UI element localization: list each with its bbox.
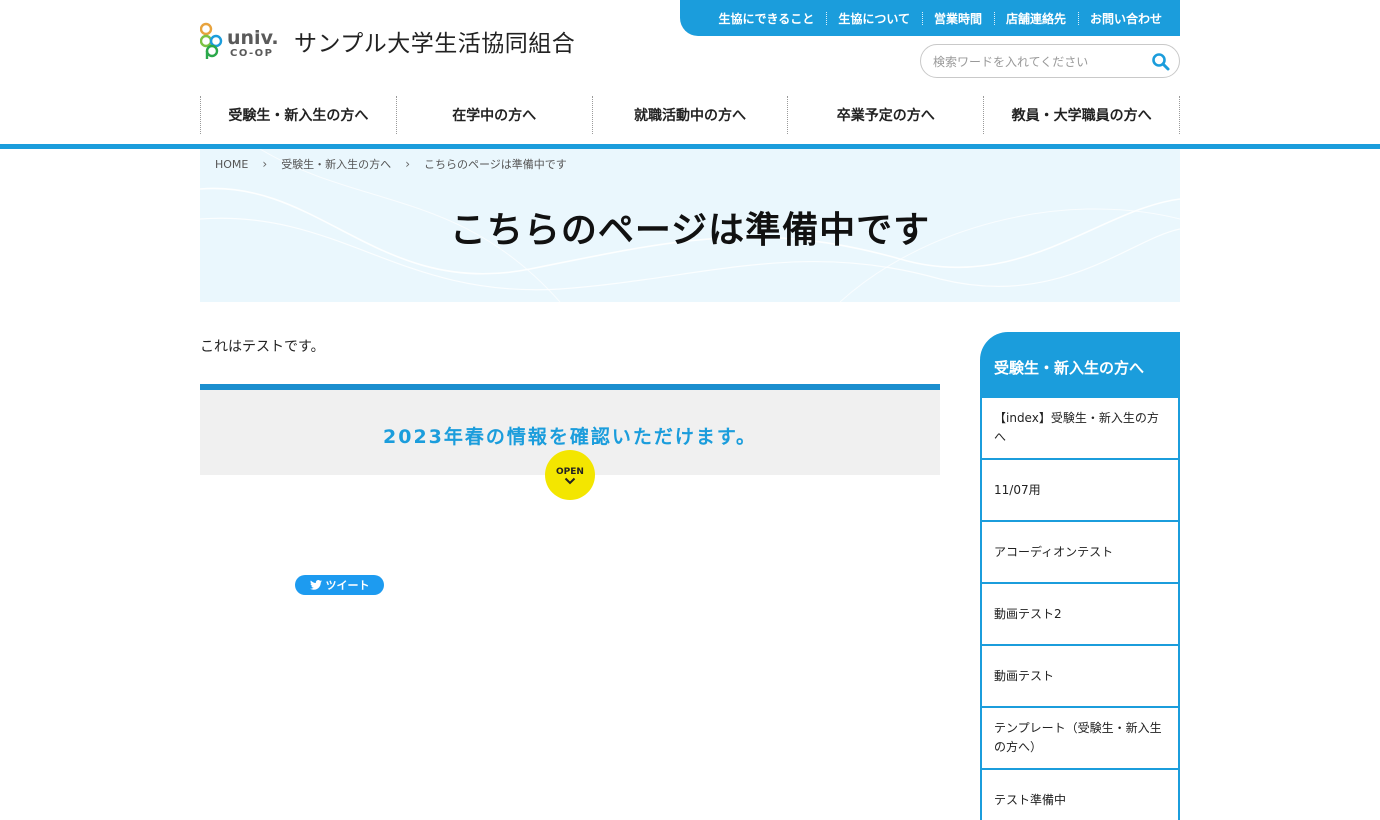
accordion-title[interactable]: 2023年春の情報を確認いただけます。: [200, 422, 940, 449]
main-nav: 受験生・新入生の方へ 在学中の方へ 就職活動中の方へ 卒業予定の方へ 教員・大学…: [200, 96, 1180, 134]
sidebar-item-1107[interactable]: 11/07用: [980, 460, 1180, 522]
sidebar: 受験生・新入生の方へ 【index】受験生・新入生の方へ 11/07用 アコーデ…: [980, 332, 1180, 820]
nav-item-job-hunting[interactable]: 就職活動中の方へ: [591, 96, 788, 134]
util-link-store-contacts[interactable]: 店舗連絡先: [993, 10, 1078, 27]
sidebar-item-template[interactable]: テンプレート（受験生・新入生の方へ）: [980, 708, 1180, 770]
chevron-down-icon: [564, 477, 576, 485]
breadcrumb-home[interactable]: HOME: [215, 158, 248, 171]
tweet-button[interactable]: ツイート: [295, 575, 384, 595]
breadcrumb-prospective-students[interactable]: 受験生・新入生の方へ: [281, 156, 391, 172]
utility-nav: 生協にできること 生協について 営業時間 店舗連絡先 お問い合わせ: [680, 0, 1180, 36]
coop-logo-icon: univ. CO-OP: [199, 22, 284, 60]
sidebar-item-video-test[interactable]: 動画テスト: [980, 646, 1180, 708]
page-hero: HOME › 受験生・新入生の方へ › こちらのページは準備中です こちらのペー…: [200, 149, 1180, 302]
site-logo[interactable]: univ. CO-OP サンプル大学生活協同組合: [199, 22, 575, 60]
nav-item-faculty-staff[interactable]: 教員・大学職員の方へ: [983, 96, 1180, 134]
util-link-business-hours[interactable]: 営業時間: [921, 10, 994, 27]
nav-item-current-students[interactable]: 在学中の方へ: [395, 96, 592, 134]
util-link-about-coop[interactable]: 生協について: [826, 10, 922, 27]
nav-item-graduating[interactable]: 卒業予定の方へ: [787, 96, 983, 134]
intro-text: これはテストです。: [200, 339, 325, 355]
search-icon[interactable]: [1151, 52, 1171, 72]
sidebar-item-index[interactable]: 【index】受験生・新入生の方へ: [980, 398, 1180, 460]
breadcrumb-current: こちらのページは準備中です: [424, 158, 567, 171]
sidebar-item-video-test-2[interactable]: 動画テスト2: [980, 584, 1180, 646]
svg-text:CO-OP: CO-OP: [230, 48, 274, 59]
chevron-right-icon: ›: [405, 157, 410, 171]
svg-text:univ.: univ.: [227, 27, 279, 49]
breadcrumb: HOME › 受験生・新入生の方へ › こちらのページは準備中です: [215, 156, 567, 172]
accordion-open-button[interactable]: OPEN: [545, 450, 595, 500]
search-input[interactable]: [933, 52, 1138, 72]
sidebar-item-test-preparing[interactable]: テスト準備中: [980, 770, 1180, 820]
util-link-what-coop-can-do[interactable]: 生協にできること: [707, 10, 827, 27]
sidebar-heading[interactable]: 受験生・新入生の方へ: [980, 332, 1180, 398]
chevron-right-icon: ›: [262, 157, 268, 171]
util-link-contact[interactable]: お問い合わせ: [1077, 10, 1174, 27]
tweet-label: ツイート: [325, 579, 370, 592]
site-header: univ. CO-OP サンプル大学生活協同組合 生協にできること 生協について…: [0, 0, 1380, 150]
site-title[interactable]: サンプル大学生活協同組合: [294, 24, 575, 58]
page-title: こちらのページは準備中です: [449, 210, 931, 251]
open-label: OPEN: [556, 467, 584, 477]
nav-item-prospective-students[interactable]: 受験生・新入生の方へ: [200, 96, 396, 134]
sidebar-item-accordion-test[interactable]: アコーディオンテスト: [980, 522, 1180, 584]
search-box: [920, 44, 1180, 78]
twitter-bird-icon: [309, 580, 322, 590]
